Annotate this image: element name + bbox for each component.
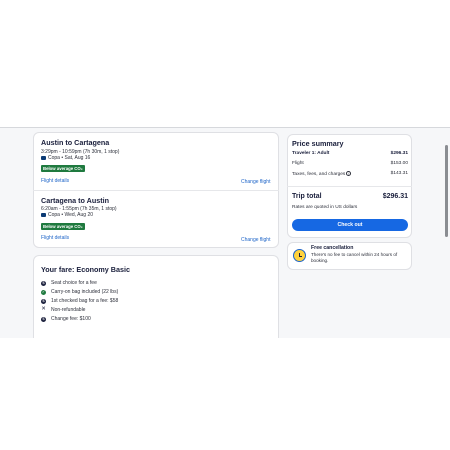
trip-total-label: Trip total — [292, 193, 322, 200]
return-change-flight-link[interactable]: Change flight — [241, 237, 270, 243]
outbound-airline: Copa • Sat, Aug 16 — [41, 155, 90, 161]
cancellation-title: Free cancellation — [311, 245, 354, 251]
return-airline-date: Copa • Wed, Aug 20 — [48, 212, 94, 218]
info-icon[interactable]: i — [346, 171, 352, 176]
dollar-icon: $ — [41, 316, 46, 322]
outbound-title: Austin to Cartagena — [41, 138, 110, 147]
fare-item-text: Change fee: $100 — [51, 316, 91, 322]
outbound-airline-date: Copa • Sat, Aug 16 — [48, 155, 91, 161]
fare-item-text: Seat choice for a fee — [51, 280, 97, 286]
trip-total-value: $296.31 — [382, 193, 408, 200]
scrollbar[interactable] — [445, 145, 448, 237]
return-title: Cartagena to Austin — [41, 196, 110, 205]
airline-logo-icon — [41, 156, 46, 160]
checkout-button[interactable]: Check out — [292, 219, 408, 231]
fare-item: ✓ Carry-on bag included (22 lbs) — [41, 289, 118, 295]
taxes-value: $143.31 — [390, 171, 408, 176]
co2-badge: Below average CO₂ — [41, 165, 85, 172]
taxes-row: Taxes, fees, and charges i — [292, 171, 352, 177]
currency-note: Rates are quoted in US dollars — [292, 205, 358, 210]
return-airline: Copa • Wed, Aug 20 — [41, 212, 93, 218]
dollar-icon: $ — [41, 280, 46, 286]
fare-title: Your fare: Economy Basic — [41, 265, 130, 274]
fare-item-text: 1st checked bag for a fee: $58 — [51, 298, 119, 304]
price-divider — [287, 186, 412, 187]
flights-divider — [33, 190, 279, 191]
x-icon: ✕ — [41, 306, 46, 313]
traveler-label: Traveler 1: Adult — [292, 151, 330, 156]
fare-item-text: Carry-on bag included (22 lbs) — [51, 289, 119, 295]
taxes-label: Taxes, fees, and charges — [292, 171, 346, 177]
flight-value: $153.00 — [390, 161, 408, 166]
return-flight-details-link[interactable]: Flight details — [41, 235, 69, 241]
dollar-icon: $ — [41, 298, 46, 304]
fare-item: $ 1st checked bag for a fee: $58 — [41, 298, 118, 304]
price-summary-title: Price summary — [292, 139, 344, 148]
cancellation-text: There's no fee to cancel within 24 hours… — [311, 252, 398, 263]
flight-label: Flight — [292, 161, 304, 166]
fare-item: $ Seat choice for a fee — [41, 280, 97, 286]
fare-item: ✕ Non-refundable — [41, 306, 86, 314]
clock-icon — [293, 249, 306, 262]
check-icon: ✓ — [41, 289, 46, 295]
outbound-flight-details-link[interactable]: Flight details — [41, 178, 69, 184]
fare-item: $ Change fee: $100 — [41, 316, 91, 322]
co2-badge: Below average CO₂ — [41, 223, 85, 230]
fare-item-text: Non-refundable — [51, 307, 86, 313]
outbound-change-flight-link[interactable]: Change flight — [241, 179, 270, 185]
airline-logo-icon — [41, 213, 46, 217]
traveler-total: $296.31 — [390, 151, 408, 156]
